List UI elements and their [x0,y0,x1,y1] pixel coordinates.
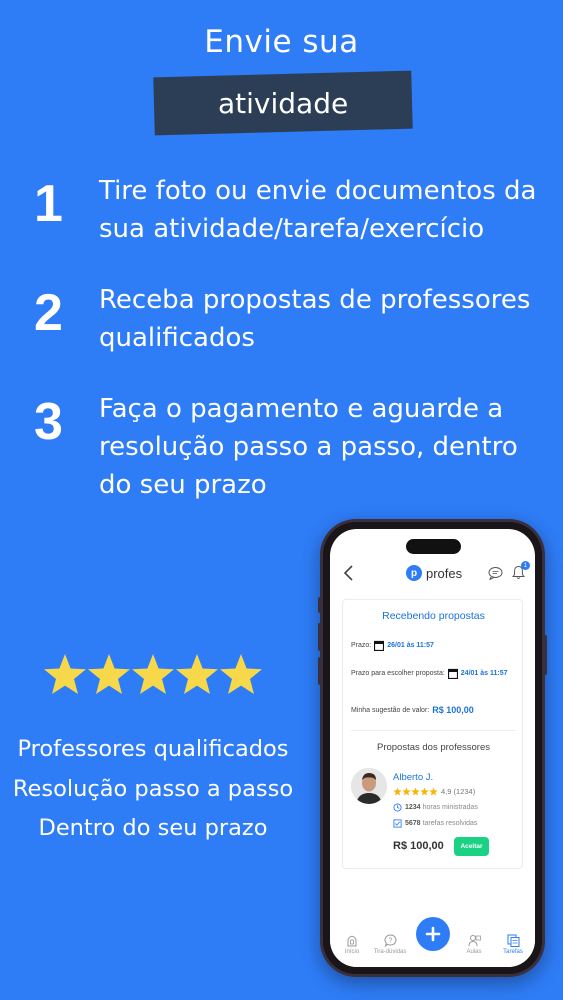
star-icon [411,787,420,796]
tab-label: Tira-dúvidas [373,949,407,955]
divider [351,730,516,731]
phone-side-button [318,597,322,613]
phone-mockup: p profes 1 Recebendo propostas Prazo: 26… [318,519,547,977]
phone-notch [406,539,461,554]
accept-button[interactable]: Aceitar [454,837,489,856]
professor-name[interactable]: Alberto J. [393,772,433,783]
svg-text:?: ? [388,938,392,945]
class-icon [468,935,481,947]
step-text: Tire foto ou envie documentos da sua ati… [99,176,537,244]
deadline-label: Prazo: [351,642,372,649]
step-number: 1 [34,175,63,233]
calendar-icon [447,668,458,679]
tasks-count: 5678 [405,820,421,827]
rating-value: 4,9 [441,787,452,796]
choose-deadline-value: 24/01 às 11:57 [460,670,508,677]
home-icon [347,935,357,947]
rating-count: (1234) [453,787,476,796]
hours-count: 1234 [405,804,421,811]
tasks-label: tarefas resolvidas [422,820,478,827]
phone-screen: p profes 1 Recebendo propostas Prazo: 26… [330,529,535,967]
feature-item: Resolução passo a passo [12,775,294,802]
step-text: Faça o pagamento e aguarde a resolução p… [99,394,518,500]
tasks-icon [393,819,402,828]
tab-tira-duvidas[interactable]: ? Tira-dúvidas [370,934,410,955]
tab-tarefas[interactable]: Tarefas [493,934,533,955]
star-icon [429,787,438,796]
title-banner: atividade [153,70,413,136]
calendar-icon [374,640,385,651]
chat-icon[interactable] [488,566,503,580]
phone-side-button [543,635,547,675]
choose-deadline-row: Prazo para escolher proposta: 24/01 às 1… [351,668,508,679]
choose-deadline-label: Prazo para escolher proposta: [351,670,445,677]
title-line2: atividade [217,86,349,120]
clock-icon [393,803,402,812]
tab-label: Tarefas [503,949,523,955]
logo-mark: p [406,565,422,581]
request-card: Recebendo propostas Prazo: 26/01 às 11:5… [342,599,523,869]
proposals-title: Propostas dos professores [376,742,490,753]
suggestion-row: Minha sugestão de valor: R$ 100,00 [351,705,474,715]
features-list: Professores qualificados Resolução passo… [0,730,306,849]
tasks-icon [507,934,519,947]
step-number: 3 [34,393,63,451]
phone-side-button [318,657,322,685]
suggestion-label: Minha sugestão de valor: [351,706,430,714]
add-task-button[interactable] [416,917,450,951]
star-icon [420,787,429,796]
phone-side-button [318,623,322,651]
tab-aulas[interactable]: Aulas [454,934,494,955]
logo-text: profes [426,565,463,581]
question-icon: ? [384,934,396,947]
five-star-rating [43,652,265,700]
feature-item: Dentro do seu prazo [38,815,268,841]
proposal-price: R$ 100,00 [393,840,444,852]
star-icon [220,654,262,694]
professor-rating: 4,9 (1234) [393,787,475,796]
tasks-row: 5678 tarefas resolvidas [393,819,477,828]
deadline-row: Prazo: 26/01 às 11:57 [351,640,434,651]
app-header: p profes 1 [330,559,535,587]
card-title: Recebendo propostas [382,610,485,622]
promo-page: Envie sua atividade 1 Tire foto ou envie… [0,0,563,1000]
star-icon [402,787,411,796]
tab-label: Aulas [466,949,482,955]
star-icon [393,787,402,796]
suggestion-value: R$ 100,00 [432,705,474,715]
avatar [351,768,387,804]
app-logo: p profes [406,563,462,583]
hours-label: horas ministradas [422,804,478,811]
title-line1: Envie sua [204,24,359,60]
star-icon [176,654,218,694]
rating-stars [393,787,438,796]
step-text: Receba propostas de professores qualific… [99,285,531,353]
hours-row: 1234 horas ministradas [393,803,478,812]
step-number: 2 [34,284,63,342]
plus-icon [425,926,441,942]
back-icon[interactable] [342,564,356,582]
feature-item: Professores qualificados [17,736,289,762]
star-icon [88,654,130,694]
tab-inicio[interactable]: Início [332,934,372,955]
deadline-value: 26/01 às 11:57 [387,642,434,649]
tab-label: Início [344,949,360,955]
notification-badge: 1 [521,561,530,570]
star-icon [132,654,174,694]
star-icon [44,654,86,694]
